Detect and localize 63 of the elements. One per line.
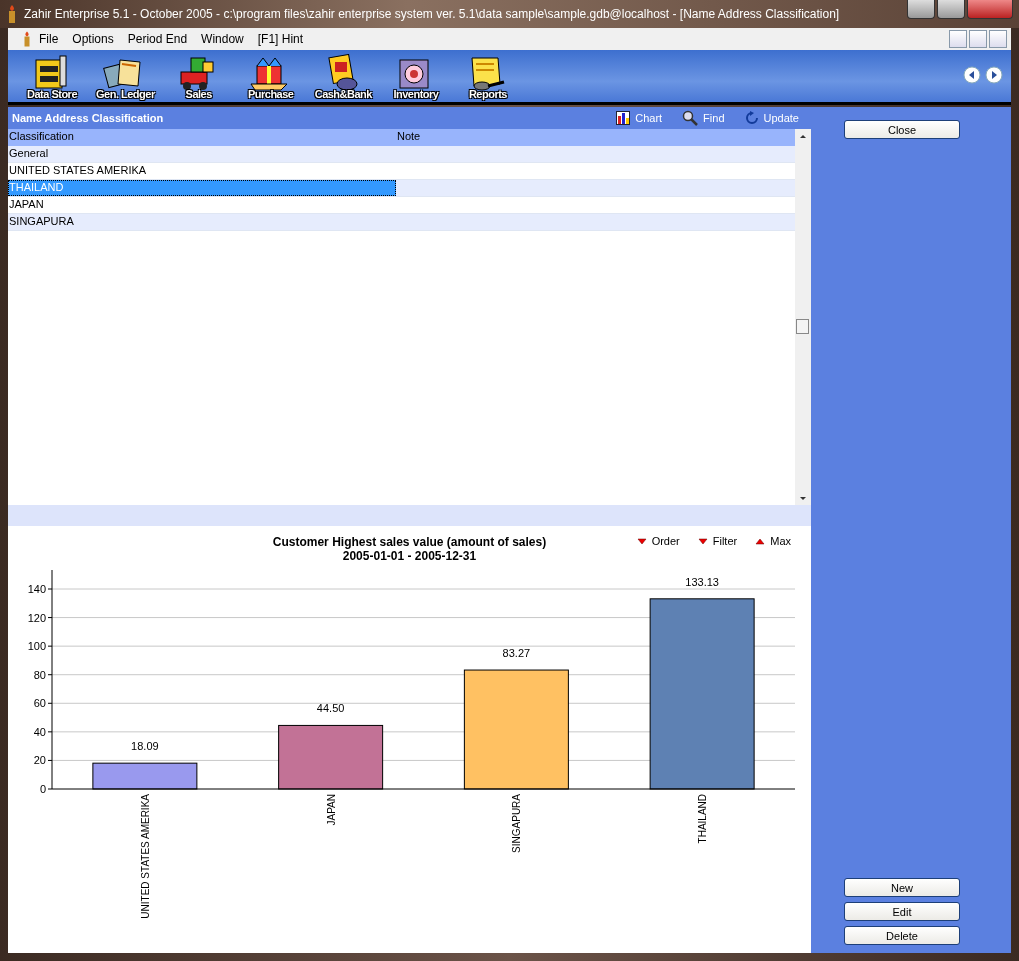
toolbar-button[interactable]: Sales (168, 52, 229, 100)
dropdown-link[interactable]: Filter (697, 535, 738, 547)
close-button[interactable] (989, 30, 1007, 48)
toolbar-button[interactable]: Reports (457, 52, 518, 100)
toolbar-button[interactable]: Purchase (240, 52, 301, 100)
scrollbar[interactable] (795, 129, 811, 505)
menu-item[interactable]: Options (65, 32, 121, 46)
tick-label: 100 (27, 640, 46, 653)
dropdown-link[interactable]: Max (755, 535, 791, 547)
toolbar-button[interactable]: Data Store (22, 52, 82, 100)
column-header[interactable]: Classification (8, 129, 396, 146)
category-label: JAPAN (325, 794, 337, 826)
app-icon (22, 31, 32, 47)
chart-icon (616, 111, 631, 125)
chart-title: Customer Highest sales value (amount of sales) (272, 535, 547, 549)
toolbar-link[interactable]: Find (682, 110, 725, 126)
action-button[interactable]: Close (844, 120, 960, 139)
category-label: THAILAND (697, 794, 709, 844)
tick-label: 60 (33, 697, 46, 710)
value-label: 18.09 (131, 740, 159, 753)
chart-subtitle: 2005-01-01 - 2005-12-31 (341, 549, 478, 563)
refresh-icon (744, 111, 759, 125)
toolbar-link[interactable]: Update (744, 110, 799, 126)
minimize-button[interactable] (907, 0, 935, 19)
tick-label: 80 (33, 668, 46, 681)
table-cell[interactable]: JAPAN (8, 197, 396, 213)
restore-button[interactable] (969, 30, 987, 48)
search-icon (682, 110, 699, 126)
tick-label: 140 (27, 583, 46, 595)
toolbar-button[interactable]: Inventory (385, 52, 446, 100)
menu-item[interactable]: Period End (120, 32, 195, 46)
column-header[interactable]: Note (396, 129, 795, 146)
window-title: Zahir Enterprise 5.1 - October 2005 - c:\program files\zahir enterprise system ver. 5.1\data sample\sample.gdb@localhost - [Name Address Classification] (24, 7, 841, 21)
menu-item[interactable]: Window (194, 32, 251, 46)
toolbar-link[interactable]: Chart (616, 110, 663, 126)
close-button[interactable] (967, 0, 1013, 19)
action-button[interactable]: Edit (844, 902, 960, 921)
action-button[interactable]: New (844, 878, 960, 897)
up-triangle-icon (755, 536, 766, 546)
panel-title: Name Address Classification (12, 112, 165, 124)
forward-icon[interactable] (985, 66, 1003, 84)
app-icon (6, 5, 18, 23)
tick-label: 20 (33, 754, 46, 767)
value-label: 44.50 (316, 702, 345, 715)
tick-label: 120 (27, 611, 46, 624)
category-label: UNITED STATES AMERIKA (139, 794, 151, 919)
down-triangle-icon (697, 536, 708, 546)
back-icon[interactable] (963, 66, 981, 84)
menu-item[interactable]: File (32, 32, 66, 46)
value-label: 83.27 (502, 647, 531, 660)
tick-label: 40 (33, 725, 46, 738)
dropdown-link[interactable]: Order (636, 535, 680, 547)
table-cell[interactable]: UNITED STATES AMERIKA (8, 163, 396, 179)
action-button[interactable]: Delete (844, 926, 960, 945)
scroll-thumb[interactable] (796, 319, 809, 334)
toolbar-button[interactable]: Cash&Bank (312, 52, 374, 100)
down-triangle-icon (636, 536, 647, 546)
tick-label: 0 (39, 783, 46, 795)
value-label: 133.13 (685, 575, 719, 588)
toolbar-button[interactable]: Gen. Ledger (94, 52, 157, 100)
menu-item[interactable]: [F1] Hint (250, 32, 311, 46)
category-label: SINGAPURA (511, 794, 523, 853)
maximize-button[interactable] (937, 0, 965, 19)
